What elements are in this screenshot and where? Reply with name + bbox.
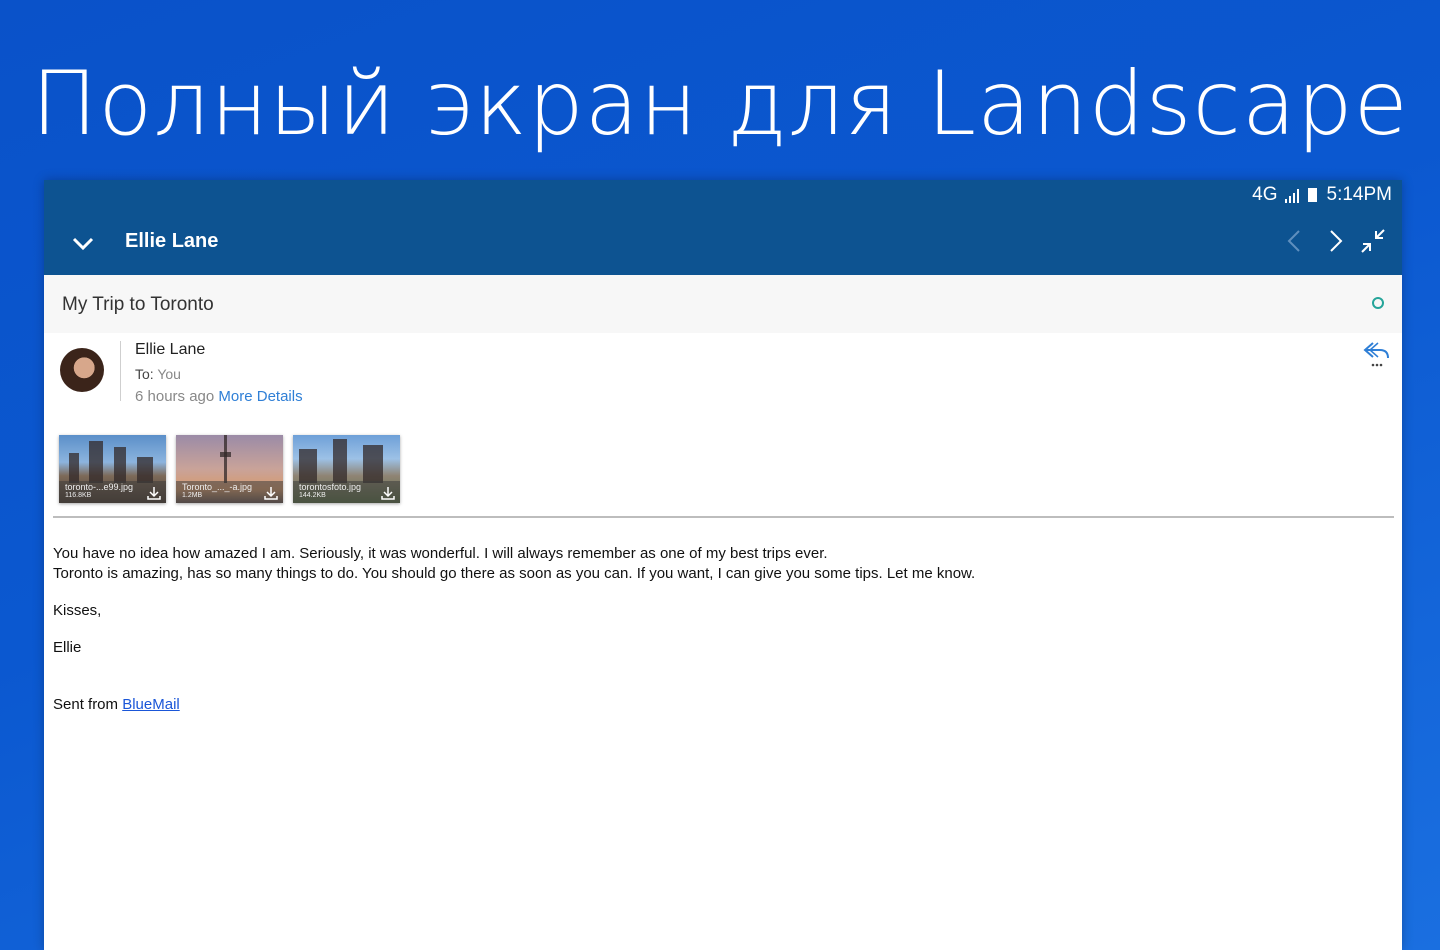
time-line: 6 hours ago More Details: [135, 388, 303, 405]
app-bar: Ellie Lane: [44, 210, 1402, 275]
photo-detail: [137, 457, 153, 483]
email-subject: My Trip to Toronto: [62, 294, 214, 315]
photo-detail: [363, 445, 383, 483]
signal-icon: [1284, 188, 1299, 203]
photo-detail: [224, 435, 227, 483]
avatar[interactable]: [60, 348, 104, 392]
chevron-down-icon[interactable]: [68, 228, 98, 258]
attachment-size: 1.2MB: [182, 492, 203, 499]
subject-bar: My Trip to Toronto: [44, 275, 1402, 333]
attachment-caption: Toronto_..._-a.jpg 1.2MB: [176, 481, 283, 503]
battery-icon: [1307, 188, 1317, 202]
status-bar: 4G 5:14PM: [44, 180, 1402, 210]
status-indicators: 4G 5:14PM: [1252, 184, 1392, 206]
attachment-caption: toronto-...e99.jpg 116.8KB: [59, 481, 166, 503]
to-label: To:: [135, 366, 154, 382]
attachment-size: 116.8KB: [65, 492, 92, 499]
attachment-thumbnail[interactable]: torontosfoto.jpg 144.2KB: [293, 435, 400, 503]
photo-detail: [220, 452, 231, 457]
sender-name: Ellie Lane: [135, 341, 206, 358]
photo-detail: [333, 439, 347, 483]
attachment-caption: torontosfoto.jpg 144.2KB: [293, 481, 400, 503]
attachment-size: 144.2KB: [299, 492, 326, 499]
attachment-name: toronto-...e99.jpg: [65, 482, 134, 492]
chevron-left-icon[interactable]: [1280, 226, 1310, 256]
photo-detail: [69, 453, 79, 483]
attachment-thumbnail[interactable]: Toronto_..._-a.jpg 1.2MB: [176, 435, 283, 503]
email-viewer: 4G 5:14PM Ellie Lane My Trip to Toronto …: [44, 180, 1402, 950]
network-type: 4G: [1252, 184, 1278, 205]
photo-detail: [89, 441, 103, 483]
attachment-list: toronto-...e99.jpg 116.8KB Toronto_..._-…: [59, 435, 400, 503]
reply-icon[interactable]: [1362, 339, 1392, 369]
app-bar-title: Ellie Lane: [125, 230, 219, 252]
attachment-name: Toronto_..._-a.jpg: [182, 482, 253, 492]
download-icon[interactable]: [380, 485, 396, 501]
time-ago: 6 hours ago: [135, 388, 215, 405]
sender-divider: [120, 341, 121, 401]
body-divider: [53, 516, 1394, 518]
body-line: You have no idea how amazed I am. Seriou…: [53, 545, 828, 562]
body-closing: Kisses,: [53, 602, 102, 619]
body-line: Toronto is amazing, has so many things t…: [53, 565, 976, 582]
sent-from-line: Sent from BlueMail: [53, 695, 1383, 715]
photo-detail: [114, 447, 126, 483]
exit-fullscreen-icon[interactable]: [1358, 226, 1388, 256]
clock: 5:14PM: [1326, 184, 1392, 205]
photo-detail: [299, 449, 317, 483]
attachment-thumbnail[interactable]: toronto-...e99.jpg 116.8KB: [59, 435, 166, 503]
to-value: You: [157, 366, 181, 382]
sent-from-text: Sent from: [53, 696, 119, 713]
sender-block: Ellie Lane To: You 6 hours ago More Deta…: [44, 333, 1402, 413]
promo-title: Полный экран для Landscape: [31, 52, 1409, 155]
more-details-link[interactable]: More Details: [218, 388, 302, 405]
chevron-right-icon[interactable]: [1320, 226, 1350, 256]
attachment-name: torontosfoto.jpg: [299, 482, 362, 492]
download-icon[interactable]: [146, 485, 162, 501]
message-body: You have no idea how amazed I am. Seriou…: [53, 544, 1383, 715]
unread-status-icon[interactable]: [1372, 297, 1384, 309]
recipient-line: To: You: [135, 366, 181, 382]
bluemail-link[interactable]: BlueMail: [122, 696, 180, 713]
body-signature: Ellie: [53, 639, 82, 656]
download-icon[interactable]: [263, 485, 279, 501]
